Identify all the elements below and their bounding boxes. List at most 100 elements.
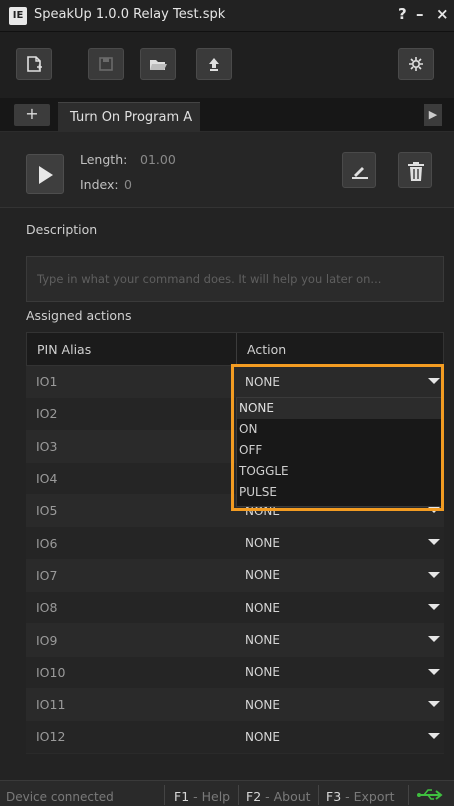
dropdown-option-on[interactable]: ON	[237, 419, 441, 440]
chevron-down-icon	[428, 733, 440, 740]
settings-button[interactable]	[398, 48, 434, 80]
connection-status: Device connected	[6, 790, 114, 804]
export-key-label: - Export	[341, 789, 395, 804]
status-divider	[318, 785, 319, 805]
pin-alias-cell: IO10	[36, 664, 66, 680]
close-button[interactable]: ×	[436, 5, 449, 23]
export-key: F3	[326, 789, 342, 804]
program-panel: Length: 01.00 Index: 0	[0, 132, 454, 208]
tab-turn-on-program-a[interactable]: Turn On Program A	[58, 102, 200, 132]
delete-button[interactable]	[398, 152, 432, 188]
chevron-down-icon	[428, 604, 440, 611]
pin-alias-cell: IO12	[36, 729, 66, 745]
pin-alias-cell: IO7	[36, 567, 58, 583]
table-row: IO8 NONE	[26, 592, 444, 625]
action-dropdown-list: NONE ON OFF TOGGLE PULSE	[236, 397, 442, 507]
save-icon	[99, 57, 113, 71]
toolbar	[0, 32, 454, 98]
about-key: F2	[246, 789, 262, 804]
tab-bar: + Turn On Program A ▶	[0, 98, 454, 132]
status-divider	[164, 785, 165, 805]
pin-alias-cell: IO9	[36, 632, 58, 648]
action-select[interactable]: NONE	[236, 624, 444, 655]
table-row: IO10 NONE	[26, 656, 444, 689]
table-row: IO7 NONE	[26, 559, 444, 593]
pin-alias-cell: IO2	[36, 406, 58, 422]
action-select[interactable]: NONE	[236, 721, 444, 752]
open-folder-button[interactable]	[140, 48, 176, 80]
open-folder-icon	[150, 60, 167, 70]
action-select[interactable]: NONE	[236, 527, 444, 558]
upload-icon	[209, 58, 219, 71]
new-file-icon	[27, 56, 42, 72]
index-label: Index:	[80, 177, 119, 192]
dropdown-option-pulse[interactable]: PULSE	[237, 482, 441, 503]
length-value: 01.00	[140, 152, 176, 167]
chevron-down-icon	[428, 700, 440, 707]
action-select[interactable]: NONE	[236, 657, 444, 688]
pin-alias-cell: IO3	[36, 438, 58, 454]
action-value: NONE	[245, 633, 280, 648]
action-value: NONE	[245, 729, 280, 744]
export-shortcut[interactable]: F3 - Export	[326, 789, 395, 804]
table-row: IO12 NONE	[26, 721, 444, 754]
chevron-down-icon	[428, 668, 440, 675]
action-value: NONE	[245, 600, 280, 615]
actions-table: PIN Alias Action IO1NONEIO2NONEIO3NONEIO…	[26, 332, 444, 754]
title-bar: IE SpeakUp 1.0.0 Relay Test.spk ? – ×	[0, 0, 454, 32]
description-label: Description	[26, 222, 98, 237]
chevron-down-icon	[428, 636, 440, 643]
chevron-down-icon	[428, 378, 440, 384]
status-divider	[408, 785, 409, 805]
column-header-action: Action	[247, 342, 287, 357]
window-title: SpeakUp 1.0.0 Relay Test.spk	[34, 7, 226, 22]
action-value: NONE	[245, 568, 280, 583]
action-value: NONE	[245, 374, 280, 389]
pin-alias-cell: IO11	[36, 697, 66, 713]
dropdown-option-off[interactable]: OFF	[237, 440, 441, 461]
status-divider	[238, 785, 239, 805]
table-header: PIN Alias Action	[26, 332, 444, 366]
table-row: IO1 NONE	[26, 366, 444, 399]
about-key-label: - About	[261, 789, 311, 804]
dropdown-option-none[interactable]: NONE	[237, 398, 441, 419]
action-select[interactable]: NONE	[236, 689, 444, 720]
index-value: 0	[124, 177, 132, 192]
chevron-down-icon	[428, 507, 440, 514]
about-shortcut[interactable]: F2 - About	[246, 789, 311, 804]
action-value: NONE	[245, 697, 280, 712]
action-select[interactable]: NONE	[236, 366, 444, 397]
settings-icon	[409, 57, 423, 71]
help-button[interactable]: ?	[398, 5, 407, 23]
pin-alias-cell: IO8	[36, 600, 58, 616]
trash-icon	[408, 162, 424, 181]
action-value: NONE	[245, 536, 280, 551]
play-icon	[39, 166, 53, 184]
tab-scroll-right-button[interactable]: ▶	[424, 104, 442, 126]
description-input[interactable]	[26, 256, 444, 302]
add-tab-button[interactable]: +	[14, 104, 50, 126]
upload-button[interactable]	[196, 48, 232, 80]
help-key: F1	[174, 789, 190, 804]
table-row: IO6 NONE	[26, 527, 444, 560]
pin-alias-cell: IO5	[36, 503, 58, 519]
action-value: NONE	[245, 665, 280, 680]
minimize-button[interactable]: –	[416, 5, 424, 23]
pin-alias-cell: IO4	[36, 471, 58, 487]
action-select[interactable]: NONE	[236, 560, 444, 591]
help-shortcut[interactable]: F1 - Help	[174, 789, 230, 804]
app-logo-icon: IE	[9, 7, 27, 25]
column-header-pin-alias: PIN Alias	[27, 333, 237, 365]
action-select[interactable]: NONE	[236, 592, 444, 623]
edit-button[interactable]	[342, 152, 376, 188]
usb-icon	[417, 789, 443, 800]
dropdown-option-toggle[interactable]: TOGGLE	[237, 461, 441, 482]
pin-alias-cell: IO6	[36, 535, 58, 551]
pin-alias-cell: IO1	[36, 374, 58, 390]
assigned-actions-label: Assigned actions	[26, 308, 132, 323]
table-row: IO9 NONE	[26, 624, 444, 657]
save-button[interactable]	[88, 48, 124, 80]
length-label: Length:	[80, 152, 128, 167]
new-file-button[interactable]	[16, 48, 52, 80]
play-button[interactable]	[26, 154, 64, 194]
